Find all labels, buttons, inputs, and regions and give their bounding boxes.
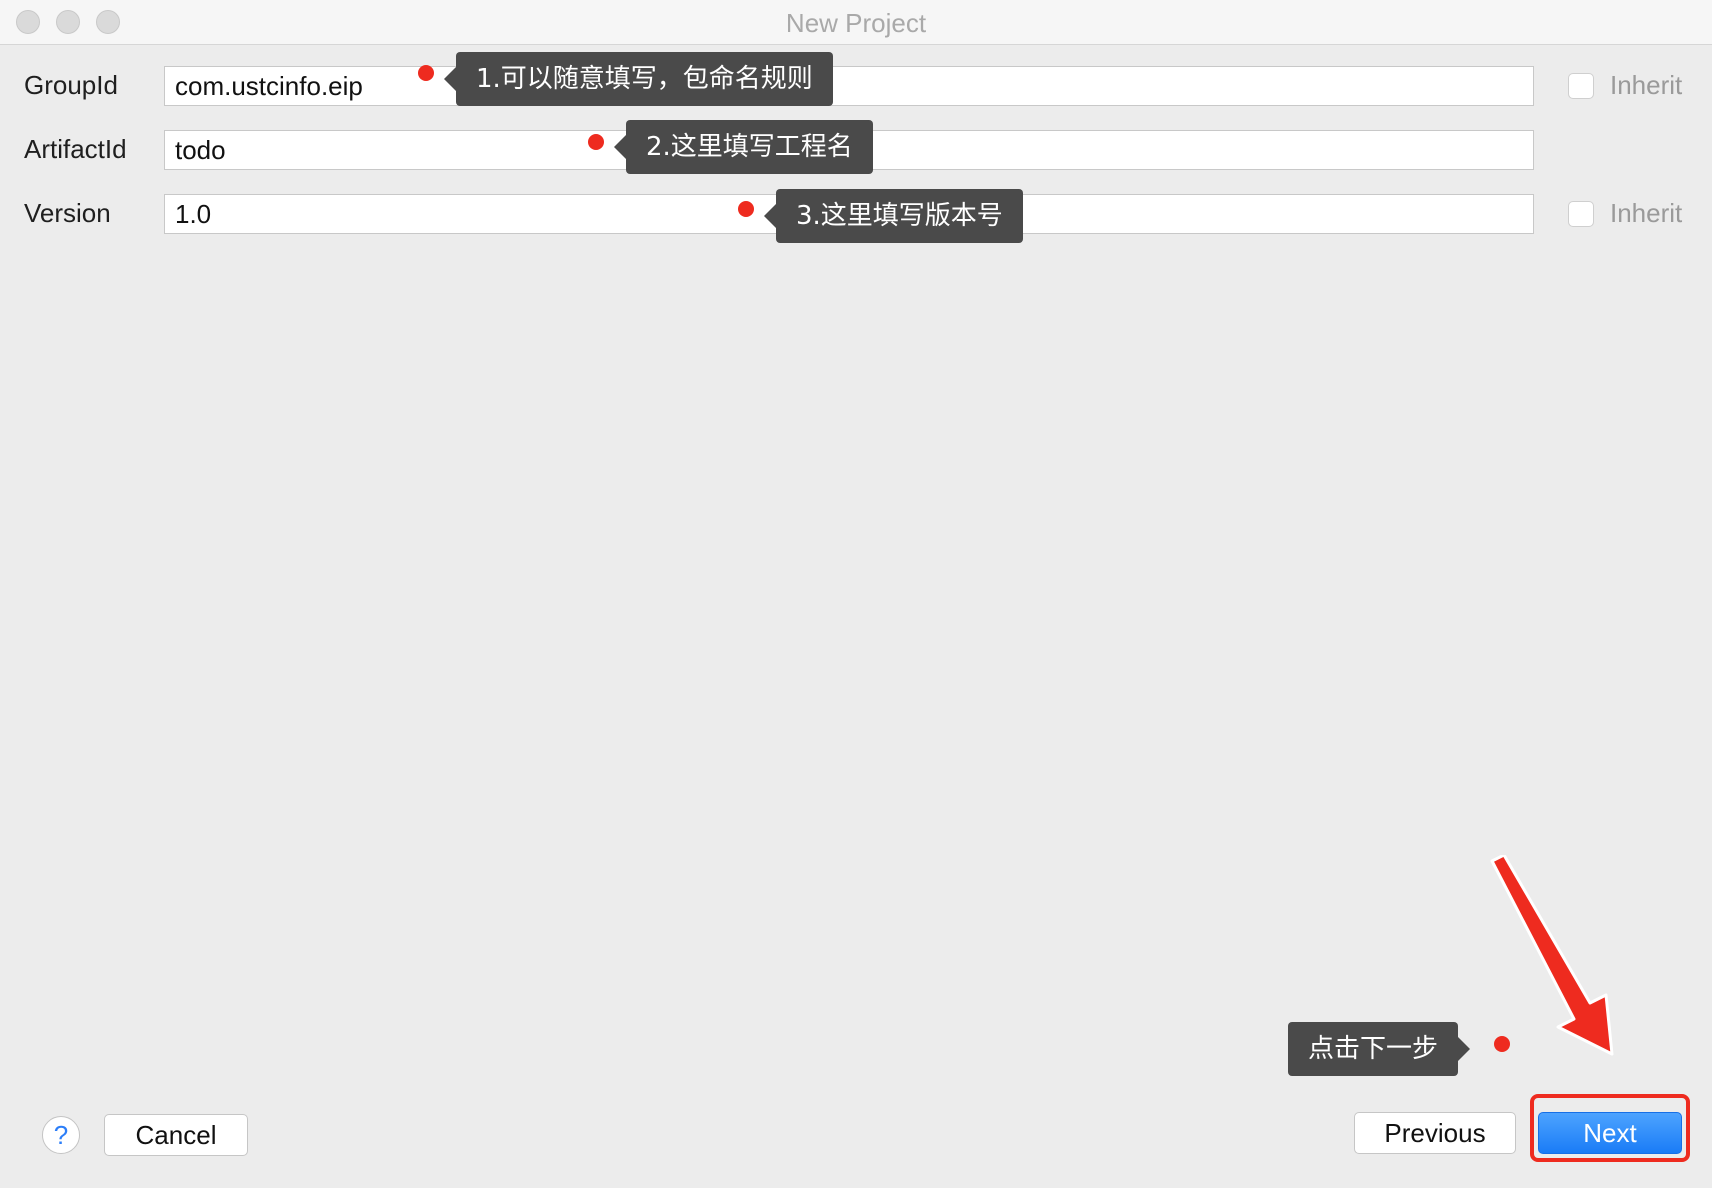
question-mark-icon: ? <box>53 1120 69 1150</box>
groupid-label: GroupId <box>24 70 118 100</box>
annotation-marker-3 <box>738 201 754 217</box>
groupid-inherit-checkbox[interactable] <box>1568 73 1594 99</box>
title-bar: New Project <box>0 0 1712 45</box>
annotation-marker-2 <box>588 134 604 150</box>
annotation-tip-1: 1.可以随意填写，包命名规则 <box>444 52 833 106</box>
annotation-tip-next: 点击下一步 <box>1288 1022 1471 1076</box>
version-inherit-label: Inherit <box>1610 198 1683 228</box>
annotation-tip-2: 2.这里填写工程名 <box>614 120 873 174</box>
groupid-input[interactable] <box>164 66 1534 106</box>
cancel-button[interactable]: Cancel <box>104 1114 248 1156</box>
annotation-tip-3: 3.这里填写版本号 <box>764 189 1023 243</box>
next-button[interactable]: Next <box>1538 1112 1682 1154</box>
version-label: Version <box>24 198 111 228</box>
groupid-inherit-label: Inherit <box>1610 70 1683 100</box>
version-inherit-checkbox[interactable] <box>1568 201 1594 227</box>
window-title: New Project <box>785 8 927 38</box>
new-project-window: New Project GroupId Inherit ArtifactId V… <box>0 0 1712 1188</box>
help-button[interactable]: ? <box>42 1116 80 1154</box>
annotation-marker-1 <box>418 65 434 81</box>
artifactid-label: ArtifactId <box>24 134 127 164</box>
red-arrow-icon <box>1490 855 1614 1056</box>
previous-button[interactable]: Previous <box>1354 1112 1516 1154</box>
